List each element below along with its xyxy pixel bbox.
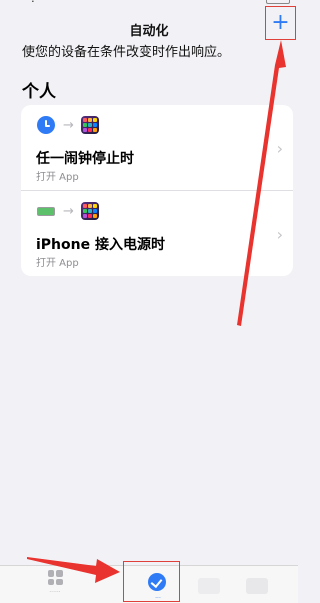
automation-list: → 任一闹钟停止时 打开 App › → iPhone 接入电源时 打开 App… xyxy=(21,105,293,276)
automation-title: iPhone 接入电源时 xyxy=(36,237,165,253)
blurred-region xyxy=(198,578,220,594)
automation-title: 任一闹钟停止时 xyxy=(36,151,134,167)
automation-item-alarm[interactable]: → 任一闹钟停止时 打开 App › xyxy=(21,105,293,190)
arrow-right-icon: → xyxy=(63,203,74,219)
chevron-right-icon: › xyxy=(276,139,283,158)
tab-gallery[interactable]: ······ xyxy=(10,570,100,596)
chevron-right-icon: › xyxy=(276,225,283,244)
section-title: 个人 xyxy=(22,82,56,102)
blurred-region xyxy=(246,578,268,594)
automation-icons: → xyxy=(37,201,99,221)
tab-gallery-label: ······ xyxy=(49,589,61,596)
automation-subtitle: 打开 App xyxy=(36,172,79,183)
app-grid-icon xyxy=(80,202,99,220)
battery-charging-icon xyxy=(37,206,55,216)
automation-icons: → xyxy=(37,115,99,135)
gallery-grid-icon xyxy=(47,570,63,585)
status-bar-time: ··:·· xyxy=(24,0,42,5)
page-subtitle: 使您的设备在条件改变时作出响应。 xyxy=(22,45,231,60)
automation-item-power[interactable]: → iPhone 接入电源时 打开 App › xyxy=(21,190,293,276)
automation-check-icon xyxy=(148,573,166,591)
alarm-clock-icon xyxy=(37,116,55,134)
arrow-right-icon: → xyxy=(63,117,74,133)
battery-status-icon xyxy=(266,0,290,4)
app-grid-icon xyxy=(80,116,99,134)
add-automation-button[interactable]: + xyxy=(265,6,296,40)
page-title: 自动化 xyxy=(129,24,169,39)
tab-automation[interactable]: ··· xyxy=(123,561,180,602)
automation-subtitle: 打开 App xyxy=(36,258,79,269)
tab-automation-label: ··· xyxy=(155,595,161,602)
